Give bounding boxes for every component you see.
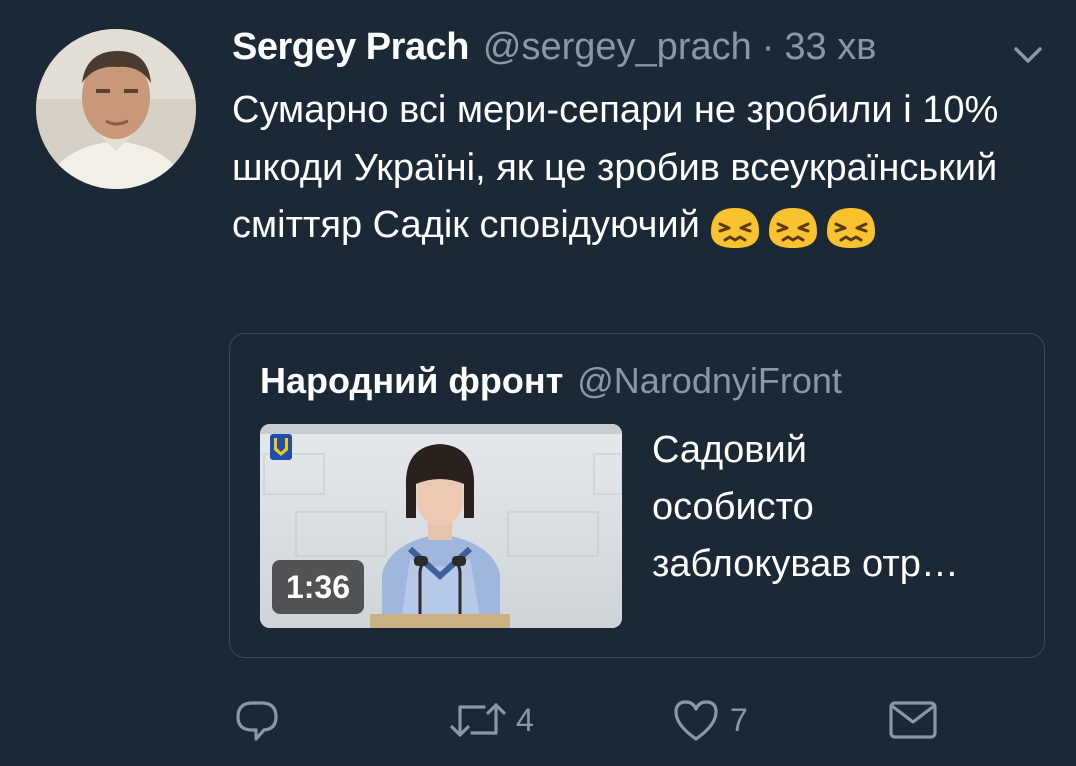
reply-icon <box>236 701 278 741</box>
quoted-tweet-text: Садовий особисто заблокував отр… <box>652 429 959 585</box>
avatar[interactable] <box>36 29 196 189</box>
tweet-body: Сумарно всі мери-сепари не зробили і 10%… <box>232 89 999 246</box>
separator-dot: · <box>761 26 775 68</box>
action-bar: 4 7 <box>0 690 1076 750</box>
reply-button[interactable] <box>234 690 280 750</box>
quoted-author-handle: @NarodnyiFront <box>577 360 842 401</box>
author-name[interactable]: Sergey Prach <box>232 26 469 69</box>
video-thumbnail[interactable]: 1:36 <box>260 424 622 628</box>
quoted-tweet-card[interactable]: Народний фронт @NarodnyiFront 1:36 Садов… <box>229 333 1045 658</box>
tweet-text: Сумарно всі мери-сепари не зробили і 10%… <box>232 82 1052 255</box>
author-handle[interactable]: @sergey_prach <box>483 26 752 69</box>
trident-emblem-icon <box>270 434 292 460</box>
retweet-button[interactable]: 4 <box>450 690 534 750</box>
emoji-row <box>708 202 878 252</box>
avatar-photo <box>36 29 196 189</box>
like-button[interactable]: 7 <box>672 690 748 750</box>
envelope-icon <box>889 701 937 739</box>
message-button[interactable] <box>888 690 938 750</box>
quoted-tweet-header: Народний фронт @NarodnyiFront <box>260 360 842 402</box>
retweet-count: 4 <box>516 701 534 738</box>
retweet-icon <box>450 703 506 737</box>
quoted-author-name: Народний фронт <box>260 360 564 401</box>
timestamp[interactable]: 33 хв <box>784 26 876 69</box>
tweet[interactable]: Sergey Prach @sergey_prach · 33 хв Сумар… <box>0 0 1076 766</box>
persevering-face-emoji <box>768 207 817 248</box>
video-duration: 1:36 <box>272 560 364 614</box>
tweet-header: Sergey Prach @sergey_prach · 33 хв <box>232 26 876 74</box>
like-count: 7 <box>730 701 748 738</box>
heart-icon <box>674 700 718 741</box>
persevering-face-emoji <box>710 207 759 248</box>
chevron-down-icon[interactable] <box>1010 42 1046 68</box>
persevering-face-emoji <box>826 207 875 248</box>
